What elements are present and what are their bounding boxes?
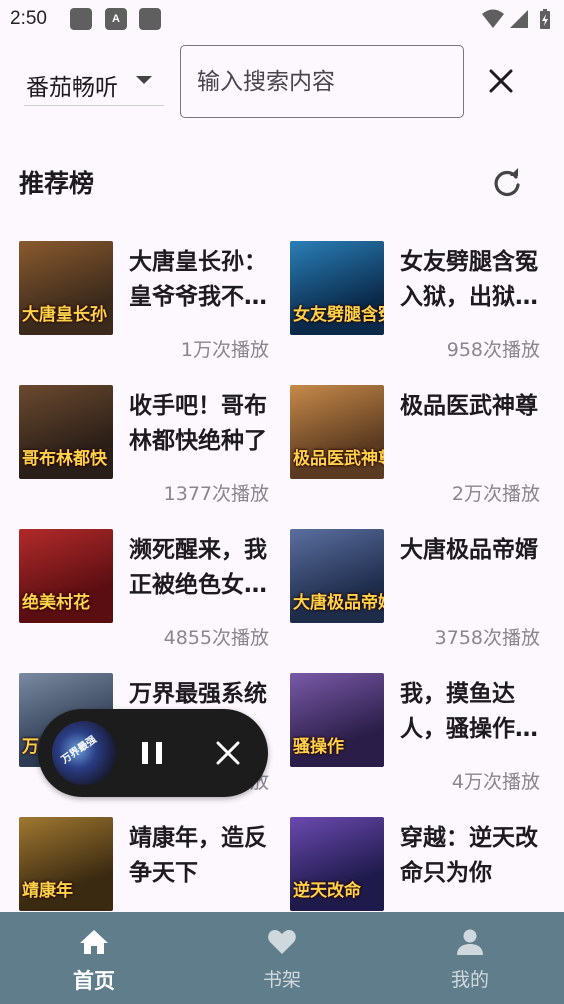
home-icon: [80, 930, 108, 954]
book-title: 我，摸鱼达人，骚操作惊呆女主播: [400, 681, 538, 742]
close-player-icon[interactable]: [214, 739, 242, 767]
bottom-nav: 首页 书架 我的: [0, 912, 564, 1004]
play-count: 958次播放: [446, 339, 540, 361]
book-card[interactable]: 绝美村花 濒死醒来，我正被绝色女帝拥入怀中 4855次播放: [19, 529, 279, 659]
book-cover[interactable]: 逆天改命: [290, 817, 384, 911]
book-cover-text: 靖康年: [22, 881, 73, 901]
book-title: 大唐极品帝婿: [400, 537, 538, 563]
status-time: 2:50: [10, 8, 47, 29]
book-cover[interactable]: 极品医武神尊: [290, 385, 384, 479]
section-title: 推荐榜: [19, 169, 95, 198]
book-title: 濒死醒来，我正被绝色女帝拥入怀中: [129, 537, 267, 598]
pause-icon: [142, 742, 148, 764]
heart-icon: [268, 930, 296, 954]
play-count: 4万次播放: [451, 771, 540, 793]
play-count: 1万次播放: [180, 339, 269, 361]
mini-player-cover-text: 万界最强: [59, 734, 99, 767]
recommend-grid: 大唐皇长孙大唐皇长孙：皇爷爷我不想当皇帝1万次播放女友劈腿含冤入狱女友劈腿含冤入…: [0, 240, 564, 912]
book-card[interactable]: 逆天改命 穿越：逆天改命只为你: [290, 817, 550, 912]
book-card[interactable]: 大唐极品帝婿大唐极品帝婿3758次播放: [290, 529, 550, 659]
nav-label-mine: 我的: [450, 969, 489, 991]
book-card[interactable]: 靖康年 靖康年，造反争天下: [19, 817, 279, 912]
app-notification-icon: [139, 8, 161, 30]
book-cover-text: 骚操作: [293, 737, 344, 757]
book-cover[interactable]: 靖康年: [19, 817, 113, 911]
book-card[interactable]: 女友劈腿含冤入狱女友劈腿含冤入狱，出狱后我无敌了 958次播放: [290, 241, 550, 371]
book-card[interactable]: 极品医武神尊极品医武神尊2万次播放: [290, 385, 550, 515]
book-cover-text: 女友劈腿含冤入狱: [293, 305, 384, 325]
book-cover-text: 大唐皇长孙: [22, 305, 107, 325]
book-title: 收手吧！哥布林都快绝种了: [129, 393, 267, 454]
chevron-down-icon: [136, 76, 152, 84]
source-selected-label: 番茄畅听: [26, 75, 118, 101]
nav-item-bookshelf[interactable]: 书架: [188, 912, 376, 1004]
book-cover-text: 大唐极品帝婿: [293, 593, 384, 613]
book-cover-text: 绝美村花: [22, 593, 90, 613]
wifi-icon: [482, 9, 504, 28]
book-cover[interactable]: 大唐皇长孙: [19, 241, 113, 335]
signal-icon: [510, 10, 528, 28]
a-notification-icon: A: [105, 8, 127, 30]
search-field[interactable]: [180, 45, 464, 118]
book-cover[interactable]: 骚操作: [290, 673, 384, 767]
status-bar: 2:50 A: [0, 0, 564, 40]
book-cover-text: 逆天改命: [293, 881, 361, 901]
system-status-icons: [482, 9, 550, 29]
book-title: 极品医武神尊: [400, 393, 538, 419]
search-input[interactable]: [181, 46, 463, 117]
close-icon[interactable]: [484, 64, 518, 98]
nav-label-home: 首页: [73, 969, 115, 993]
book-cover[interactable]: 哥布林都快: [19, 385, 113, 479]
book-card[interactable]: 骚操作 我，摸鱼达人，骚操作惊呆女主播 4万次播放: [290, 673, 550, 803]
battery-icon: [540, 9, 550, 29]
source-dropdown[interactable]: 番茄畅听: [24, 62, 164, 106]
play-count: 1377次播放: [163, 483, 269, 505]
book-title: 女友劈腿含冤入狱，出狱后我无敌了: [400, 249, 538, 310]
book-title: 大唐皇长孙：皇爷爷我不想当皇帝: [129, 249, 267, 310]
book-card[interactable]: 哥布林都快 收手吧！哥布林都快绝种了 1377次播放: [19, 385, 279, 515]
book-cover-text: 极品医武神尊: [293, 449, 384, 469]
book-title: 穿越：逆天改命只为你: [400, 825, 538, 886]
play-count: 3758次播放: [434, 627, 540, 649]
book-title: 靖康年，造反争天下: [129, 825, 267, 886]
app-notification-icon: [70, 8, 92, 30]
mini-player-cover[interactable]: 万界最强: [52, 721, 116, 785]
book-cover[interactable]: 女友劈腿含冤入狱: [290, 241, 384, 335]
nav-item-home[interactable]: 首页: [0, 912, 188, 1004]
pause-button[interactable]: [138, 739, 166, 767]
mini-player[interactable]: 万界最强: [38, 709, 268, 797]
play-count: 2万次播放: [451, 483, 540, 505]
book-cover-text: 哥布林都快: [22, 449, 107, 469]
book-card[interactable]: 大唐皇长孙 大唐皇长孙：皇爷爷我不想当皇帝 1万次播放: [19, 241, 279, 371]
book-cover[interactable]: 绝美村花: [19, 529, 113, 623]
book-cover[interactable]: 大唐极品帝婿: [290, 529, 384, 623]
refresh-icon[interactable]: [490, 165, 524, 199]
nav-item-mine[interactable]: 我的: [376, 912, 564, 1004]
play-count: 4855次播放: [163, 627, 269, 649]
person-icon: [457, 929, 483, 955]
nav-label-bookshelf: 书架: [262, 969, 301, 991]
